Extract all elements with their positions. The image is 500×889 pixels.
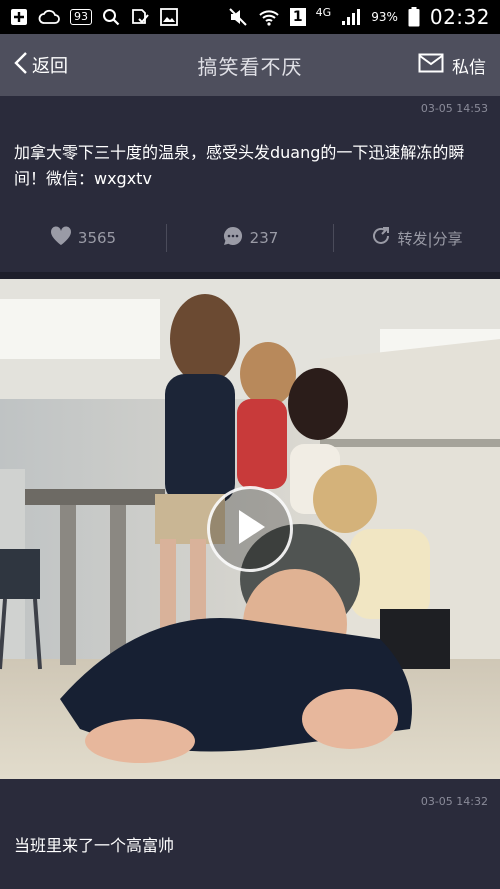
share-icon xyxy=(371,226,391,250)
share-label: 转发|分享 xyxy=(397,229,463,248)
play-icon xyxy=(233,508,267,550)
battery-icon xyxy=(408,7,420,27)
post-time: 03-05 14:53 xyxy=(420,102,488,115)
heart-icon xyxy=(50,226,72,250)
private-message-button[interactable]: 私信 xyxy=(418,34,486,96)
shield-check-icon xyxy=(130,8,150,26)
battery-percent: 93% xyxy=(371,10,398,24)
post-actions: 3565 237 转发|分享 xyxy=(0,218,500,258)
post-text: 当班里来了一个高富帅 xyxy=(14,836,175,855)
post-card: 03-05 14:32 当班里来了一个高富帅 xyxy=(0,779,500,889)
play-button[interactable] xyxy=(207,486,293,572)
status-bar: 93 1 4G 93% 02:32 xyxy=(0,0,500,34)
status-left: 93 xyxy=(0,8,188,26)
notification-count-badge: 93 xyxy=(70,9,92,25)
mute-icon xyxy=(228,8,248,26)
share-button[interactable]: 转发|分享 xyxy=(334,218,500,258)
post-text: 加拿大零下三十度的温泉，感受头发duang的一下迅速解冻的瞬间！微信：wxgxt… xyxy=(14,143,465,188)
mail-icon xyxy=(418,53,444,78)
comment-button[interactable]: 237 xyxy=(167,218,333,258)
like-count: 3565 xyxy=(77,229,117,247)
add-box-icon xyxy=(10,8,28,26)
image-icon xyxy=(160,8,178,26)
private-message-label: 私信 xyxy=(452,57,486,78)
comment-count: 237 xyxy=(249,229,279,247)
wifi-icon xyxy=(258,8,280,26)
cloud-icon xyxy=(38,9,60,25)
like-button[interactable]: 3565 xyxy=(0,218,166,258)
network-type-label: 4G xyxy=(315,5,332,19)
sim-icon: 1 xyxy=(289,8,306,26)
clock: 02:32 xyxy=(429,5,490,29)
status-right: 1 4G 93% 02:32 xyxy=(218,5,500,29)
nav-bar: 返回 搞笑看不厌 私信 xyxy=(0,34,500,96)
signal-icon xyxy=(341,8,361,26)
post-card: 03-05 14:53 加拿大零下三十度的温泉，感受头发duang的一下迅速解冻… xyxy=(0,96,500,272)
video-thumbnail[interactable] xyxy=(0,279,500,779)
comment-icon xyxy=(222,225,244,251)
search-icon xyxy=(102,8,120,26)
divider xyxy=(0,272,500,279)
post-time: 03-05 14:32 xyxy=(420,795,488,808)
